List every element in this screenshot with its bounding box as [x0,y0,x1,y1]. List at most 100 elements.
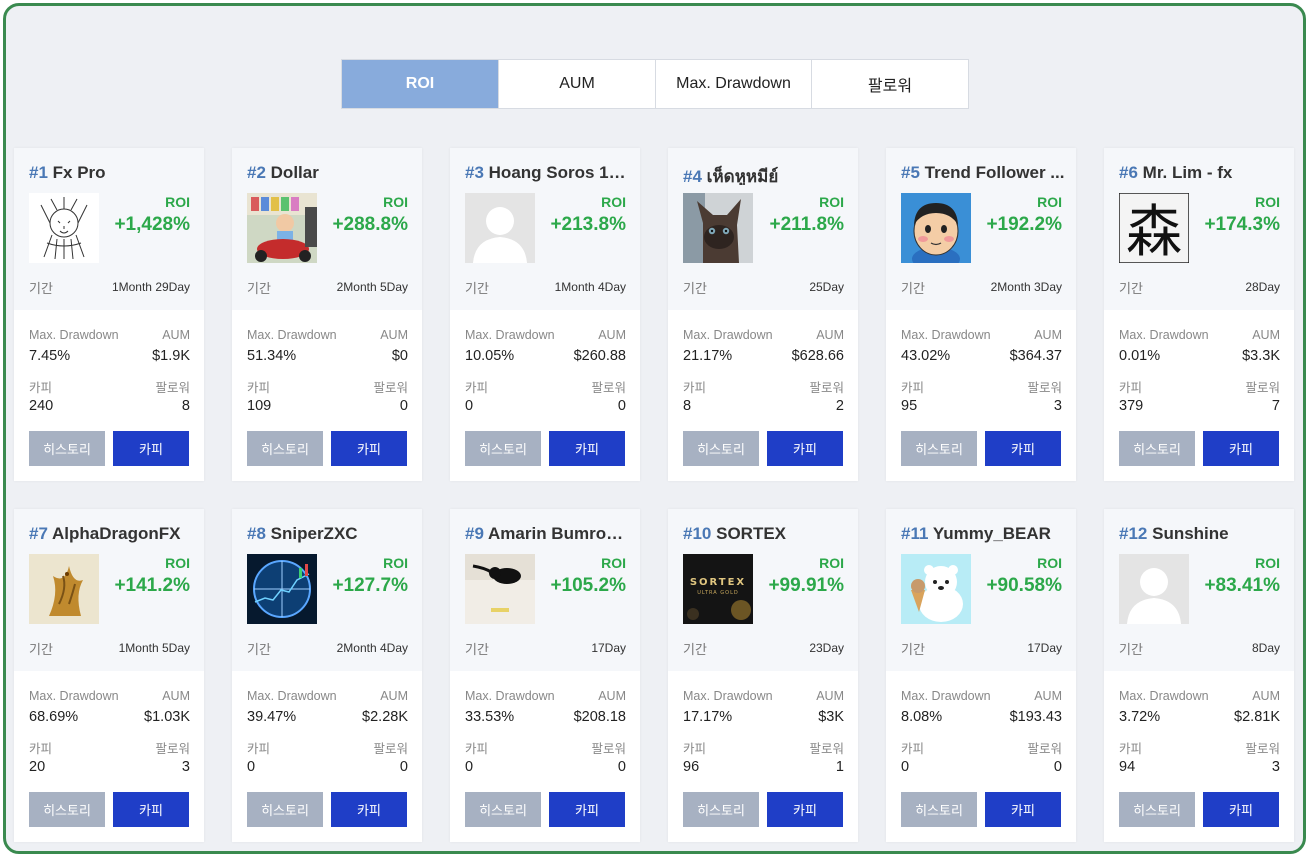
avatar[interactable] [247,193,317,263]
roi-label: ROI [819,555,844,571]
aum-label: AUM [380,689,408,703]
trader-name[interactable]: #7 AlphaDragonFX [29,524,194,546]
avatar[interactable]: 森 [1119,193,1189,263]
trader-name[interactable]: #12 Sunshine [1119,524,1284,546]
aum-label: AUM [816,328,844,342]
history-button[interactable]: 히스토리 [1119,792,1195,827]
aum-value: $1.9K [152,348,190,364]
history-button[interactable]: 히스토리 [683,792,759,827]
trader-card[interactable]: #1 Fx Pro ROI +1,428% 기간 1Month 29Day Ma… [14,148,204,481]
trader-rank: #3 [465,163,484,182]
history-button[interactable]: 히스토리 [465,792,541,827]
max-drawdown-label: Max. Drawdown [465,328,555,342]
history-button[interactable]: 히스토리 [465,431,541,466]
period-label: 기간 [247,642,271,657]
trader-name[interactable]: #4 เห็ดหูหมีย์ [683,163,848,185]
period-label: 기간 [901,281,925,296]
period-label: 기간 [683,281,707,296]
followers-value: 3 [1053,398,1062,414]
kanji-forest-icon: 森 [1119,193,1189,263]
trader-card[interactable]: #11 Yummy_BEAR ROI +90.58% 기간 17Day Max.… [886,509,1076,842]
roi-value: +211.8% [769,214,845,235]
avatar[interactable] [901,554,971,624]
trader-rank: #9 [465,524,484,543]
trader-name-text: Amarin Bumroo... [488,524,630,543]
golden-dragon-icon [29,554,99,624]
trader-name[interactable]: #2 Dollar [247,163,412,185]
trader-rank: #2 [247,163,266,182]
copy-button[interactable]: 카피 [1203,792,1279,827]
history-button[interactable]: 히스토리 [683,431,759,466]
avatar[interactable] [465,193,535,263]
trader-card[interactable]: #7 AlphaDragonFX ROI +141.2% 기간 1Month 5… [14,509,204,842]
trader-card[interactable]: #12 Sunshine ROI +83.41% 기간 8Day Max. Dr… [1104,509,1294,842]
roi-label: ROI [383,555,408,571]
followers-label: 팔로워 [373,742,408,756]
tab-팔로워[interactable]: 팔로워 [812,60,968,108]
roi-label: ROI [1255,194,1280,210]
avatar[interactable] [1119,554,1189,624]
copy-button[interactable]: 카피 [1203,431,1279,466]
trader-name[interactable]: #11 Yummy_BEAR [901,524,1066,546]
trader-card[interactable]: #9 Amarin Bumroo... ROI +105.2% 기간 17Day… [450,509,640,842]
copy-button[interactable]: 카피 [331,792,407,827]
copy-button[interactable]: 카피 [549,431,625,466]
trader-card[interactable]: #5 Trend Follower ... ROI +192.2% 기간 2Mo… [886,148,1076,481]
copies-value: 0 [465,759,474,775]
trader-card[interactable]: #6 Mr. Lim - fx 森 ROI +174.3% 기간 28Day M… [1104,148,1294,481]
copy-button[interactable]: 카피 [549,792,625,827]
avatar[interactable] [465,554,535,624]
copy-button[interactable]: 카피 [767,792,843,827]
trader-name[interactable]: #1 Fx Pro [29,163,194,185]
trader-name[interactable]: #9 Amarin Bumroo... [465,524,630,546]
avatar[interactable] [247,554,317,624]
trader-name[interactable]: #5 Trend Follower ... [901,163,1066,185]
avatar[interactable] [683,193,753,263]
trader-card[interactable]: #8 SniperZXC ROI +127.7% 기간 2Month 4Day … [232,509,422,842]
tab-aum[interactable]: AUM [499,60,656,108]
history-button[interactable]: 히스토리 [901,792,977,827]
history-button[interactable]: 히스토리 [29,431,105,466]
history-button[interactable]: 히스토리 [247,792,323,827]
followers-label: 팔로워 [1245,381,1280,395]
trader-card[interactable]: #4 เห็ดหูหมีย์ ROI +211.8% 기간 25Day Max.… [668,148,858,481]
copy-button[interactable]: 카피 [767,431,843,466]
avatar[interactable]: SORTEX ULTRA GOLD [683,554,753,624]
trader-card[interactable]: #10 SORTEX SORTEX ULTRA GOLD ROI +99.91%… [668,509,858,842]
max-drawdown-value: 8.08% [901,709,943,725]
copy-button[interactable]: 카피 [113,792,189,827]
trader-name[interactable]: #10 SORTEX [683,524,848,546]
max-drawdown-value: 43.02% [901,348,951,364]
avatar[interactable] [29,193,99,263]
trader-card[interactable]: #3 Hoang Soros 18... ROI +213.8% 기간 1Mon… [450,148,640,481]
avatar[interactable] [901,193,971,263]
followers-label: 팔로워 [591,742,626,756]
period-label: 기간 [1119,281,1143,296]
avatar[interactable] [29,554,99,624]
period-value: 28Day [1245,280,1280,294]
trader-name[interactable]: #3 Hoang Soros 18... [465,163,630,185]
max-drawdown-value: 21.17% [683,348,733,364]
trader-rank: #1 [29,163,48,182]
copy-button[interactable]: 카피 [985,792,1061,827]
trader-name-text: AlphaDragonFX [52,524,181,543]
aum-label: AUM [598,689,626,703]
trader-card[interactable]: #2 Dollar ROI +288.8% 기간 2Month 5Day Max… [232,148,422,481]
copy-button[interactable]: 카피 [113,431,189,466]
tab-max-drawdown[interactable]: Max. Drawdown [656,60,812,108]
history-button[interactable]: 히스토리 [29,792,105,827]
trader-name[interactable]: #6 Mr. Lim - fx [1119,163,1284,185]
trader-grid: #1 Fx Pro ROI +1,428% 기간 1Month 29Day Ma… [14,148,1294,848]
history-button[interactable]: 히스토리 [247,431,323,466]
history-button[interactable]: 히스토리 [1119,431,1195,466]
aum-value: $628.66 [791,348,844,364]
history-button[interactable]: 히스토리 [901,431,977,466]
trader-name[interactable]: #8 SniperZXC [247,524,412,546]
roi-value: +90.58% [986,575,1062,596]
trader-name-text: Dollar [270,163,319,182]
followers-label: 팔로워 [1027,742,1062,756]
roi-value: +174.3% [1204,214,1280,235]
tab-roi[interactable]: ROI [342,60,499,108]
copy-button[interactable]: 카피 [985,431,1061,466]
copy-button[interactable]: 카피 [331,431,407,466]
